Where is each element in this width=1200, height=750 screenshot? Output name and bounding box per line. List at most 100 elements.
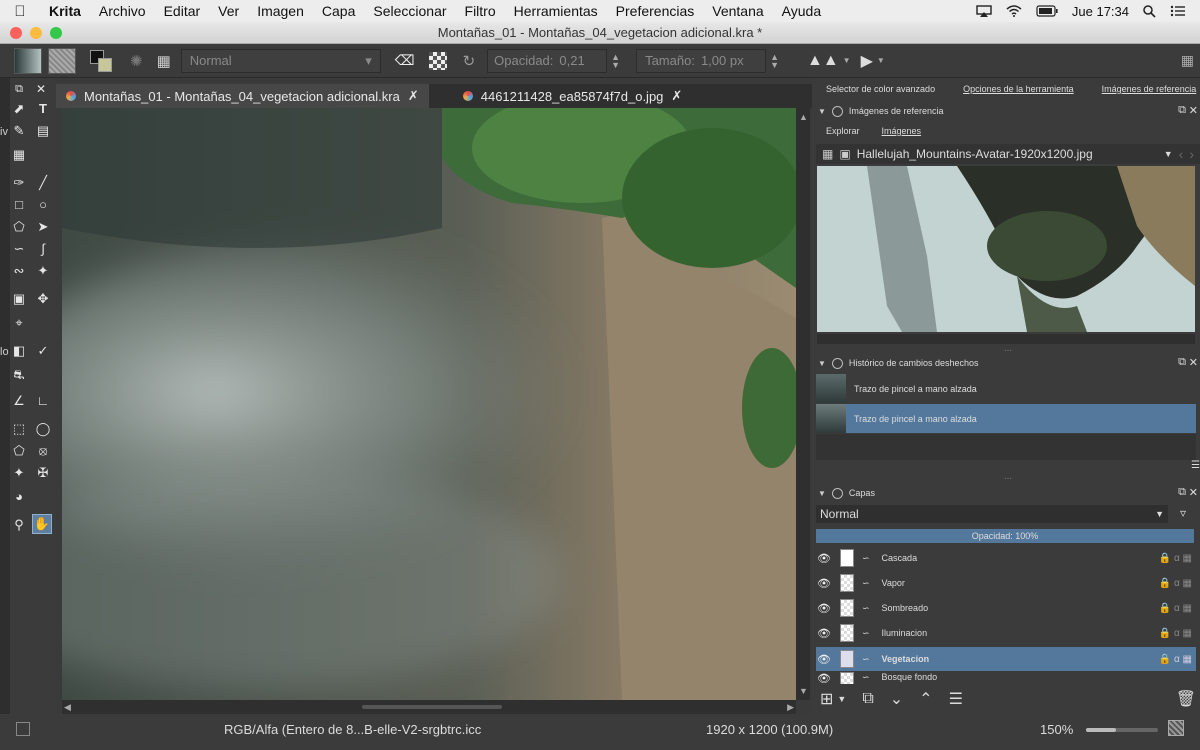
- blend-mode-select[interactable]: Normal ▾: [180, 48, 381, 73]
- gradient-editor-tool-icon[interactable]: ▦: [10, 146, 28, 164]
- layer-row[interactable]: 👁 ∽ Vapor 🔒 α ▦: [816, 571, 1196, 595]
- menu-imagen[interactable]: Imagen: [248, 3, 313, 19]
- eye-icon[interactable]: 👁: [816, 552, 832, 565]
- wifi-icon[interactable]: [1006, 5, 1022, 17]
- freehand-path-tool-icon[interactable]: ∫: [34, 240, 52, 258]
- layers-header[interactable]: ▼ Capas: [818, 486, 875, 500]
- folder-icon[interactable]: ▦: [822, 147, 833, 161]
- layer-props-icons[interactable]: 🔒 α ▦: [1159, 603, 1196, 614]
- contiguous-selection-tool-icon[interactable]: ✦: [10, 464, 28, 482]
- size-stepper-icon[interactable]: ▲ ▼: [770, 52, 779, 69]
- eye-icon[interactable]: 👁: [816, 627, 832, 640]
- mirror-vertical-icon[interactable]: ▶: [861, 51, 873, 71]
- assistant-tool-icon[interactable]: ∠: [10, 392, 28, 410]
- tab-reference-images[interactable]: Imágenes de referencia: [1088, 84, 1200, 98]
- polygon-tool-icon[interactable]: ⬠: [10, 218, 28, 236]
- splitter-handle[interactable]: ⋯: [1004, 474, 1012, 483]
- apple-icon[interactable]: : [0, 3, 40, 20]
- reference-file-name[interactable]: Hallelujah_Mountains-Avatar-1920x1200.jp…: [857, 147, 1093, 161]
- splitter-handle[interactable]: ⋯: [1004, 346, 1012, 355]
- subtab-imagenes[interactable]: Imágenes: [882, 126, 922, 136]
- menu-ventana[interactable]: Ventana: [703, 3, 772, 19]
- eye-icon[interactable]: 👁: [816, 653, 832, 666]
- reference-image-preview[interactable]: [817, 166, 1195, 332]
- layer-properties-icon[interactable]: ☰: [949, 689, 963, 709]
- previous-image-icon[interactable]: ‹: [1179, 146, 1184, 162]
- eye-icon[interactable]: 👁: [816, 672, 832, 684]
- scroll-left-icon[interactable]: ◀: [64, 702, 71, 713]
- next-image-icon[interactable]: ›: [1189, 146, 1194, 162]
- eye-icon[interactable]: 👁: [816, 602, 832, 615]
- layer-row[interactable]: 👁 ∽ Sombreado 🔒 α ▦: [816, 596, 1196, 620]
- bezier-selection-tool-icon[interactable]: ◕: [10, 488, 28, 506]
- preserve-alpha-icon[interactable]: [428, 51, 447, 70]
- multibrush-tool-icon[interactable]: ✦: [34, 262, 52, 280]
- airplay-icon[interactable]: [976, 4, 992, 18]
- select-shapes-tool-icon[interactable]: ⬈: [10, 100, 28, 118]
- chevron-down-icon[interactable]: ▼: [837, 694, 846, 704]
- selection-display-icon[interactable]: [16, 722, 30, 736]
- menu-ayuda[interactable]: Ayuda: [773, 3, 830, 19]
- opacity-slider[interactable]: Opacidad: 0,21: [487, 48, 608, 73]
- layer-row[interactable]: 👁 ∽ Iluminacion 🔒 α ▦: [816, 621, 1196, 645]
- chevron-down-icon[interactable]: ▼: [877, 56, 885, 65]
- pattern-swatch[interactable]: [48, 47, 76, 74]
- layer-opacity-slider[interactable]: Opacidad: 100%: [816, 529, 1194, 543]
- reload-preset-icon[interactable]: ↻: [463, 52, 476, 70]
- color-picker-tool-icon[interactable]: ✓: [34, 342, 52, 360]
- close-panel-icon[interactable]: ✕: [32, 80, 50, 98]
- fg-bg-color-selector[interactable]: [88, 48, 116, 74]
- menu-herramientas[interactable]: Herramientas: [505, 3, 607, 19]
- mirror-horizontal-icon[interactable]: ▲▲: [807, 52, 839, 70]
- text-tool-icon[interactable]: T: [34, 100, 52, 118]
- menu-preferencias[interactable]: Preferencias: [607, 3, 704, 19]
- layer-props-icons[interactable]: 🔒 α ▦: [1159, 654, 1196, 665]
- minimize-window-button[interactable]: [30, 27, 42, 39]
- menu-editar[interactable]: Editar: [155, 3, 210, 19]
- tab-reference-jpg[interactable]: 4461211428_ea85874f7d_o.jpg ✗: [453, 84, 693, 108]
- scroll-right-icon[interactable]: ▶: [787, 702, 794, 713]
- rectangle-tool-icon[interactable]: □: [10, 196, 28, 214]
- collapse-icon[interactable]: ▼: [818, 107, 826, 116]
- menu-archivo[interactable]: Archivo: [90, 3, 155, 19]
- layer-row[interactable]: 👁 ∽ Bosque fondo: [816, 672, 1196, 684]
- zoom-level-text[interactable]: 150%: [1040, 722, 1073, 737]
- battery-icon[interactable]: [1036, 5, 1058, 17]
- reference-scrollbar[interactable]: [817, 334, 1195, 344]
- menu-krita[interactable]: Krita: [40, 3, 90, 19]
- close-window-button[interactable]: [10, 27, 22, 39]
- canvas-vertical-scrollbar[interactable]: ▲ ▼: [796, 108, 810, 700]
- layer-props-icons[interactable]: 🔒 α ▦: [1159, 553, 1196, 564]
- close-tab-icon[interactable]: ✗: [408, 88, 419, 104]
- close-panel-icon[interactable]: ✕: [1189, 104, 1198, 117]
- canvas-horizontal-scrollbar[interactable]: ◀ ▶: [62, 700, 796, 714]
- close-tab-icon[interactable]: ✗: [671, 88, 682, 104]
- layer-props-icons[interactable]: 🔒 α ▦: [1159, 578, 1196, 589]
- layer-props-icons[interactable]: 🔒 α ▦: [1159, 628, 1196, 639]
- collapse-icon[interactable]: ▼: [818, 359, 826, 368]
- reference-images-header[interactable]: ▼ Imágenes de referencia: [818, 104, 943, 118]
- eraser-icon[interactable]: ⌫: [395, 52, 415, 69]
- float-panel-icon[interactable]: ⧉: [1178, 104, 1186, 117]
- chevron-down-icon[interactable]: ▼: [1164, 149, 1173, 159]
- layer-blend-mode-select[interactable]: Normal ▼: [816, 505, 1168, 523]
- menu-capa[interactable]: Capa: [313, 3, 364, 19]
- history-header[interactable]: ▼ Histórico de cambios deshechos: [818, 356, 979, 370]
- tab-montanas-kra[interactable]: Montañas_01 - Montañas_04_vegetacion adi…: [56, 84, 429, 108]
- opacity-stepper-icon[interactable]: ▲ ▼: [611, 52, 620, 69]
- measure-tool-icon[interactable]: ∟: [34, 392, 52, 410]
- menu-filtro[interactable]: Filtro: [456, 3, 505, 19]
- ellipse-tool-icon[interactable]: ○: [34, 196, 52, 214]
- scroll-up-icon[interactable]: ▲: [799, 112, 808, 122]
- fill-tool-icon[interactable]: ⛐: [10, 366, 28, 384]
- float-panel-icon[interactable]: ⧉: [10, 80, 28, 98]
- scroll-down-icon[interactable]: ▼: [799, 686, 808, 696]
- eye-icon[interactable]: 👁: [816, 577, 832, 590]
- menubar-clock[interactable]: Jue 17:34: [1072, 4, 1129, 19]
- spotlight-search-icon[interactable]: [1143, 4, 1156, 18]
- line-tool-icon[interactable]: ╱: [34, 174, 52, 192]
- filter-icon[interactable]: ▿: [1180, 506, 1186, 520]
- painting-canvas[interactable]: [62, 108, 796, 700]
- crop-tool-icon[interactable]: ⌖: [10, 314, 28, 332]
- close-panel-icon[interactable]: ✕: [1189, 486, 1198, 499]
